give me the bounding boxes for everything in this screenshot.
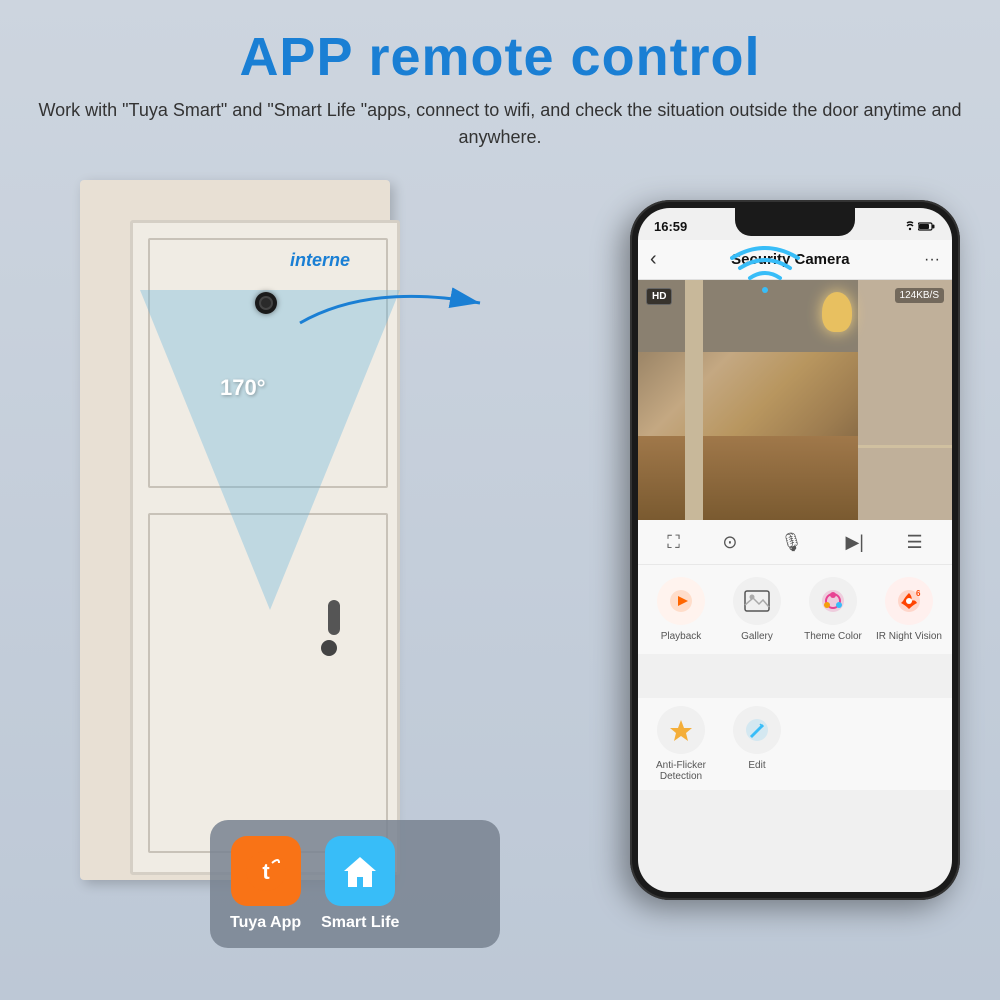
theme-label: Theme Color xyxy=(804,631,862,642)
record-icon[interactable]: ▶| xyxy=(845,532,864,553)
anti-flicker-label: Anti-Flicker Detection xyxy=(644,760,718,782)
action-gallery[interactable]: Gallery xyxy=(720,577,794,642)
tuya-app-item[interactable]: t Tuya App xyxy=(230,836,301,932)
phone-body: 16:59 ‹ Security Camera ··· xyxy=(630,200,960,900)
theme-icon-circle xyxy=(809,577,857,625)
action-grid-row2: Anti-Flicker Detection Edit xyxy=(638,698,952,790)
svg-text:6: 6 xyxy=(916,589,921,598)
camera-controls: ⛶ ⊙ 🎙 ▶| ☰ xyxy=(638,520,952,565)
playback-icon-circle xyxy=(657,577,705,625)
main-title: APP remote control xyxy=(0,28,1000,87)
phone-container: 16:59 ‹ Security Camera ··· xyxy=(630,200,970,920)
phone-status-icons xyxy=(900,221,936,231)
internet-arrow: interne xyxy=(290,250,510,338)
porch-wall xyxy=(858,280,952,520)
page: APP remote control Work with "Tuya Smart… xyxy=(0,0,1000,1000)
phone-status-bar: 16:59 xyxy=(638,214,952,238)
back-button[interactable]: ‹ xyxy=(650,248,657,271)
porch-railing xyxy=(858,445,952,448)
vision-cone xyxy=(140,290,400,610)
playback-label: Playback xyxy=(661,631,702,642)
door-handle-circle xyxy=(321,640,337,656)
anti-flicker-icon-circle xyxy=(657,706,705,754)
tuya-icon: t xyxy=(231,836,301,906)
svg-text:t: t xyxy=(262,859,270,884)
action-theme[interactable]: Theme Color xyxy=(796,577,870,642)
gallery-label: Gallery xyxy=(741,631,773,642)
wifi-icon xyxy=(730,240,800,300)
smartlife-icon xyxy=(325,836,395,906)
angle-label: 170° xyxy=(220,375,266,401)
camera-view: HD 124KB/S xyxy=(638,280,952,520)
menu-icon[interactable]: ☰ xyxy=(907,532,923,553)
camera-dot xyxy=(255,292,277,314)
camera-capture-icon[interactable]: ⊙ xyxy=(722,532,737,553)
gallery-icon-circle xyxy=(733,577,781,625)
edit-label: Edit xyxy=(748,760,765,771)
hd-badge: HD xyxy=(646,288,672,305)
edit-icon-circle xyxy=(733,706,781,754)
porch-image xyxy=(638,280,952,520)
app-icons-container: t Tuya App Smart Life xyxy=(210,820,500,948)
porch-light xyxy=(822,292,852,332)
phone-time: 16:59 xyxy=(654,219,687,234)
header: APP remote control Work with "Tuya Smart… xyxy=(0,0,1000,161)
internet-label: interne xyxy=(290,250,510,271)
more-button[interactable]: ··· xyxy=(924,251,940,269)
ir-night-icon-circle: 6 xyxy=(885,577,933,625)
action-anti-flicker[interactable]: Anti-Flicker Detection xyxy=(644,706,718,782)
door-handle xyxy=(328,600,340,635)
action-playback[interactable]: Playback xyxy=(644,577,718,642)
action-grid-row1: Playback Gallery Theme Color xyxy=(638,565,952,654)
subtitle: Work with "Tuya Smart" and "Smart Life "… xyxy=(0,97,1000,151)
fullscreen-icon[interactable]: ⛶ xyxy=(667,532,680,553)
action-ir-night[interactable]: 6 IR Night Vision xyxy=(872,577,946,642)
ir-night-label: IR Night Vision xyxy=(876,631,942,642)
camera-speed: 124KB/S xyxy=(895,288,944,303)
mic-icon[interactable]: 🎙 xyxy=(780,532,803,553)
smartlife-app-label: Smart Life xyxy=(321,914,399,932)
smartlife-app-item[interactable]: Smart Life xyxy=(321,836,399,932)
action-edit[interactable]: Edit xyxy=(720,706,794,782)
phone-screen: 16:59 ‹ Security Camera ··· xyxy=(638,208,952,892)
porch-pillar-left xyxy=(685,280,703,520)
tuya-app-label: Tuya App xyxy=(230,914,301,932)
